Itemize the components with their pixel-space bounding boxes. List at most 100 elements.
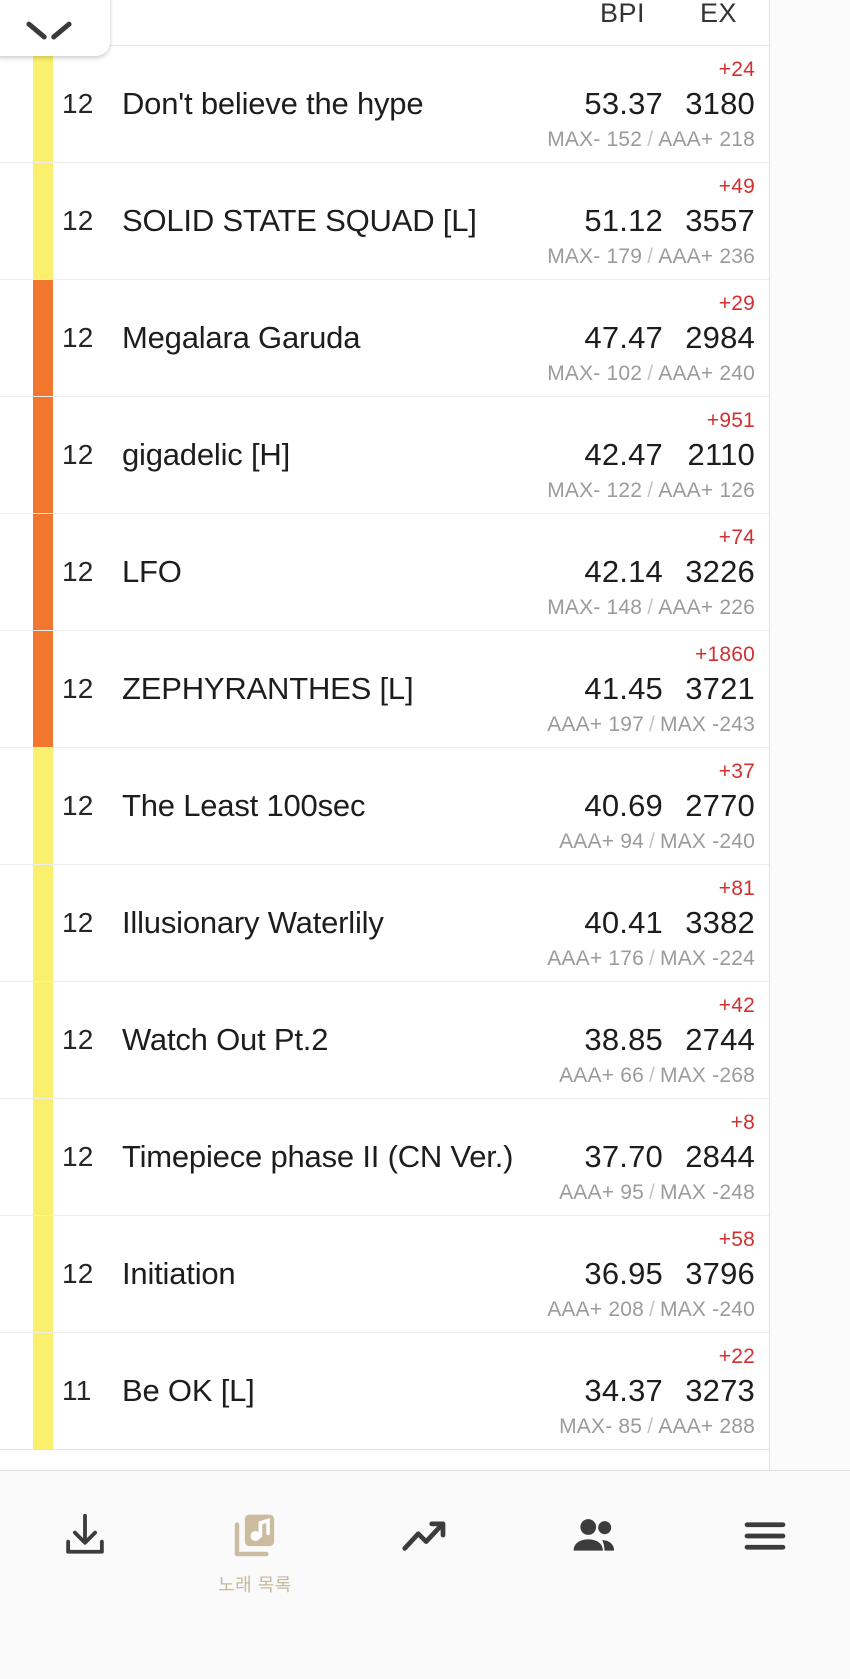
score-values: 53.37 3180 [563, 86, 755, 122]
nav-item-hamburger-menu[interactable] [680, 1509, 850, 1563]
song-title: The Least 100sec [122, 788, 366, 823]
level-value: 12 [62, 556, 94, 587]
rank-detail-right: AAA+ 240 [658, 362, 755, 385]
score-values: 40.41 3382 [563, 905, 755, 941]
trending-up-icon[interactable] [398, 1509, 452, 1563]
table-row[interactable]: 12 Watch Out Pt.2 +42 38.85 2744 AAA+ 66/MAX … [0, 982, 769, 1099]
nav-item-trending-up[interactable] [340, 1509, 510, 1563]
difficulty-lamp [33, 163, 53, 279]
table-row[interactable]: 11 Be OK [L] +22 34.37 3273 MAX- 85/AAA+ 288 [0, 1333, 769, 1450]
table-row[interactable]: 12 Don't believe the hype +24 53.37 3180 MAX-… [0, 46, 769, 163]
bpi-value: 42.14 [584, 554, 663, 589]
level-value: 12 [62, 205, 94, 236]
bpi-value: 42.47 [584, 437, 663, 472]
rank-detail-separator: / [648, 1064, 656, 1087]
ex-value: 2844 [685, 1139, 755, 1174]
ex-value: 2770 [685, 788, 755, 823]
table-row[interactable]: 12 The Least 100sec +37 40.69 2770 AAA+ 94/MA… [0, 748, 769, 865]
song-title: Initiation [122, 1256, 236, 1291]
music-list-icon[interactable] [228, 1509, 282, 1563]
song-title: Don't believe the hype [122, 86, 424, 121]
rank-detail-separator: / [647, 596, 654, 619]
delta-value: +8 [730, 1111, 755, 1134]
delta-value: +74 [718, 526, 755, 549]
rank-detail: MAX- 102/AAA+ 240 [547, 362, 755, 386]
rank-detail-right: AAA+ 288 [658, 1415, 755, 1438]
level-value: 12 [62, 1024, 94, 1055]
rank-detail-separator: / [647, 245, 654, 268]
chevron-down-icon [29, 18, 69, 40]
delta-value: +49 [718, 175, 755, 198]
difficulty-lamp [33, 631, 53, 747]
score-values: 36.95 3796 [563, 1256, 755, 1292]
score-values: 38.85 2744 [563, 1022, 755, 1058]
table-column-header: BPI EX [0, 0, 769, 46]
rank-detail-separator: / [647, 362, 654, 385]
table-row[interactable]: 12 SOLID STATE SQUAD [L] +49 51.12 3557 MAX- … [0, 163, 769, 280]
rank-detail: MAX- 152/AAA+ 218 [547, 128, 755, 152]
level-value: 12 [62, 439, 94, 470]
delta-value: +951 [706, 409, 755, 432]
rank-detail-left: MAX- 152 [547, 128, 643, 151]
app-screen: BPI EX 12 Don't believe the hype +24 53.37 3… [0, 0, 850, 1679]
table-row[interactable]: 12 Megalara Garuda +29 47.47 2984 MAX- 102/AA… [0, 280, 769, 397]
rank-detail-right: AAA+ 236 [658, 245, 755, 268]
ex-value: 3226 [685, 554, 755, 589]
collapse-panel-button[interactable] [0, 0, 110, 56]
delta-value: +22 [718, 1345, 755, 1368]
rank-detail-right: AAA+ 218 [658, 128, 755, 151]
difficulty-lamp [33, 397, 53, 513]
bpi-value: 41.45 [584, 671, 663, 706]
ex-value: 3382 [685, 905, 755, 940]
bottom-navigation-bar[interactable]: 노래 목록 [0, 1470, 850, 1679]
ex-value: 3796 [685, 1256, 755, 1291]
bpi-value: 37.70 [584, 1139, 663, 1174]
difficulty-lamp [33, 982, 53, 1098]
bpi-value: 36.95 [584, 1256, 663, 1291]
song-title: Illusionary Waterlily [122, 905, 384, 940]
rank-detail: MAX- 148/AAA+ 226 [547, 596, 755, 620]
song-title: SOLID STATE SQUAD [L] [122, 203, 477, 238]
nav-item-music-list[interactable]: 노래 목록 [170, 1509, 340, 1597]
ex-value: 3273 [685, 1373, 755, 1408]
difficulty-lamp [33, 1099, 53, 1215]
rank-detail-right: MAX -240 [660, 830, 755, 853]
rank-detail-left: MAX- 179 [547, 245, 643, 268]
difficulty-lamp [33, 1333, 53, 1449]
bpi-value: 34.37 [584, 1373, 663, 1408]
song-title: Timepiece phase II (CN Ver.) [122, 1139, 514, 1174]
rank-detail-left: MAX- 102 [547, 362, 643, 385]
bpi-value: 51.12 [584, 203, 663, 238]
rank-detail-right: MAX -243 [660, 713, 755, 736]
ex-value: 3180 [685, 86, 755, 121]
table-row[interactable]: 12 Timepiece phase II (CN Ver.) +8 37.70 284… [0, 1099, 769, 1216]
song-title: LFO [122, 554, 182, 589]
nav-item-download[interactable] [0, 1509, 170, 1563]
hamburger-menu-icon[interactable] [738, 1509, 792, 1563]
delta-value: +24 [718, 58, 755, 81]
bpi-value: 47.47 [584, 320, 663, 355]
nav-item-people[interactable] [510, 1509, 680, 1563]
rank-detail-left: MAX- 122 [547, 479, 643, 502]
rank-detail: AAA+ 197/MAX -243 [547, 713, 755, 737]
people-icon[interactable] [568, 1509, 622, 1563]
scroll-gutter[interactable] [769, 0, 850, 1470]
table-row[interactable]: 12 Illusionary Waterlily +81 40.41 3382 AAA+ … [0, 865, 769, 982]
song-title: gigadelic [H] [122, 437, 290, 472]
table-row[interactable]: 12 ZEPHYRANTHES [L] +1860 41.45 3721 AAA+ 197… [0, 631, 769, 748]
difficulty-lamp [33, 865, 53, 981]
bpi-value: 40.41 [584, 905, 663, 940]
download-icon[interactable] [58, 1509, 112, 1563]
table-row[interactable]: 12 gigadelic [H] +951 42.47 2110 MAX- 122/AAA… [0, 397, 769, 514]
rank-detail-left: AAA+ 95 [559, 1181, 644, 1204]
rank-detail-right: MAX -240 [660, 1298, 755, 1321]
rank-detail-separator: / [648, 947, 656, 970]
score-values: 42.14 3226 [563, 554, 755, 590]
table-row[interactable]: 12 LFO +74 42.14 3226 MAX- 148/AAA+ 226 [0, 514, 769, 631]
table-row[interactable]: 12 Initiation +58 36.95 3796 AAA+ 208/MAX -24… [0, 1216, 769, 1333]
score-values: 41.45 3721 [563, 671, 755, 707]
rank-detail-left: AAA+ 208 [547, 1298, 644, 1321]
rank-detail-left: MAX- 85 [559, 1415, 643, 1438]
ex-value: 2984 [685, 320, 755, 355]
song-list-region[interactable]: BPI EX 12 Don't believe the hype +24 53.37 3… [0, 0, 850, 1470]
